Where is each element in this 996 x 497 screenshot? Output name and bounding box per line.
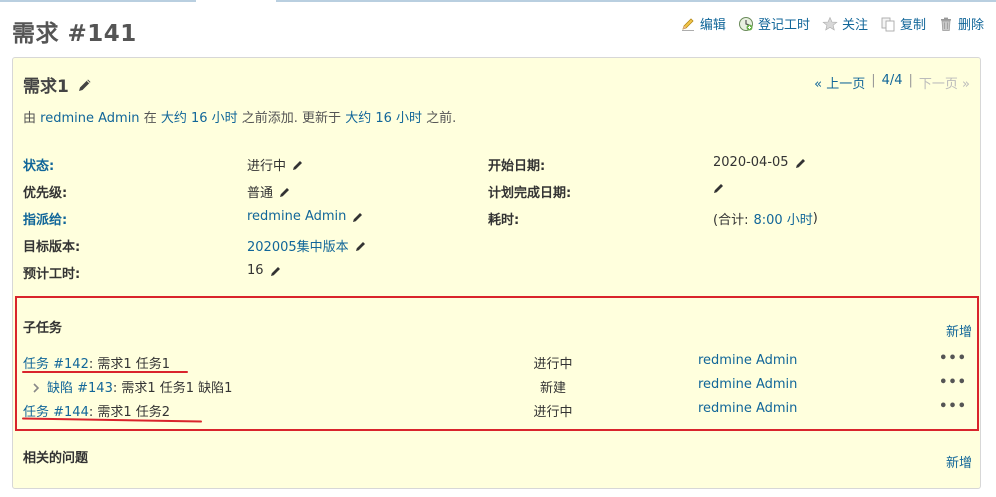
assignee-link[interactable]: redmine Admin bbox=[247, 209, 346, 224]
status-label: 状态: bbox=[23, 159, 55, 174]
edit-due-date-pencil-icon[interactable] bbox=[713, 182, 725, 194]
added-time-link[interactable]: 大约 16 小时 bbox=[161, 111, 238, 126]
issue-details-box: 需求1 « 上一页 | 4/4 | 下一页 » 由 redmine Admin … bbox=[12, 57, 981, 489]
page-title: 需求 #141 bbox=[12, 21, 137, 47]
subtask-row: 任务 #144: 需求1 任务2 进行中 redmine Admin ••• bbox=[23, 398, 971, 420]
status-text: 进行中 bbox=[247, 159, 287, 174]
subtasks-title: 子任务 bbox=[23, 321, 63, 336]
edit-start-date-pencil-icon[interactable] bbox=[795, 157, 807, 169]
issue-subject-text: 需求1 bbox=[23, 77, 69, 97]
spent-time-link[interactable]: 8:00 小时 bbox=[753, 209, 812, 228]
add-relation-link[interactable]: 新增 bbox=[946, 452, 972, 471]
added-suffix: 之前添加. 更新于 bbox=[241, 111, 342, 126]
edit-button[interactable]: 编辑 bbox=[680, 14, 726, 33]
estimated-time-value: 16 bbox=[247, 263, 282, 278]
author-prefix: 由 bbox=[23, 111, 37, 126]
delete-label: 删除 bbox=[957, 18, 984, 33]
log-time-label: 登记工时 bbox=[757, 18, 810, 33]
issue-subject: 需求1 bbox=[23, 72, 93, 97]
copy-button[interactable]: 复制 bbox=[880, 14, 926, 33]
spent-suffix: ) bbox=[812, 211, 818, 226]
estimated-time-label: 预计工时: bbox=[23, 267, 81, 282]
subtask-assignee-link[interactable]: redmine Admin bbox=[698, 353, 797, 368]
updated-suffix: 之前. bbox=[426, 111, 457, 126]
start-date-text: 2020-04-05 bbox=[713, 155, 789, 170]
edit-label: 编辑 bbox=[699, 18, 726, 33]
subtask-status: 进行中 bbox=[533, 357, 573, 372]
annotation-underline bbox=[22, 371, 188, 373]
issue-position[interactable]: 4/4 bbox=[882, 73, 903, 92]
edit-status-pencil-icon[interactable] bbox=[292, 159, 304, 171]
estimated-time-text: 16 bbox=[247, 263, 264, 278]
edit-assignee-pencil-icon[interactable] bbox=[352, 211, 364, 223]
subtask-subject: 任务 #142: 需求1 任务1 bbox=[23, 353, 170, 372]
watch-button[interactable]: 关注 bbox=[822, 14, 868, 33]
copy-label: 复制 bbox=[899, 18, 926, 33]
target-version-label: 目标版本: bbox=[23, 240, 81, 255]
start-date-value: 2020-04-05 bbox=[713, 155, 807, 170]
start-date-label: 开始日期: bbox=[488, 159, 546, 174]
trash-icon bbox=[940, 17, 951, 31]
assignee-value: redmine Admin bbox=[247, 209, 364, 224]
subtask-row: 任务 #142: 需求1 任务1 进行中 redmine Admin ••• bbox=[23, 350, 971, 372]
target-version-link[interactable]: 202005集中版本 bbox=[247, 236, 349, 255]
due-date-value bbox=[713, 182, 725, 194]
subtask-assignee-link[interactable]: redmine Admin bbox=[698, 401, 797, 416]
next-page-link: 下一页 » bbox=[918, 77, 970, 92]
pencil-icon bbox=[681, 17, 694, 31]
subtask-link[interactable]: 任务 #142 bbox=[23, 357, 89, 372]
chevron-right-icon[interactable] bbox=[31, 383, 41, 393]
subtask-link[interactable]: 缺陷 #143 bbox=[47, 381, 113, 396]
subtask-subject-text: : 需求1 任务2 bbox=[88, 405, 171, 420]
author-link[interactable]: redmine Admin bbox=[40, 111, 139, 126]
spent-time-value: (合计: 8:00 小时 ) bbox=[713, 209, 818, 228]
subtask-subject: 缺陷 #143: 需求1 任务1 缺陷1 bbox=[31, 377, 232, 396]
priority-text: 普通 bbox=[247, 186, 274, 201]
subtask-actions-menu[interactable]: ••• bbox=[939, 351, 967, 366]
issue-actions: 编辑 登记工时 关注 复制 删除 bbox=[680, 14, 984, 33]
top-border bbox=[0, 0, 996, 2]
subtask-subject-text: : 需求1 任务1 缺陷1 bbox=[112, 381, 233, 396]
status-value: 进行中 bbox=[247, 155, 304, 174]
target-version-value: 202005集中版本 bbox=[247, 236, 367, 255]
subtask-subject-text: : 需求1 任务1 bbox=[88, 357, 171, 372]
tab-gap bbox=[196, 0, 276, 2]
updated-time-link[interactable]: 大约 16 小时 bbox=[345, 111, 422, 126]
star-icon bbox=[822, 16, 838, 31]
subtask-status: 进行中 bbox=[533, 405, 573, 420]
copy-icon bbox=[881, 17, 895, 31]
edit-version-pencil-icon[interactable] bbox=[355, 240, 367, 252]
edit-estimated-pencil-icon[interactable] bbox=[270, 265, 282, 277]
delete-button[interactable]: 删除 bbox=[938, 14, 984, 33]
previous-page-link[interactable]: « 上一页 bbox=[814, 73, 865, 92]
edit-subject-pencil-icon[interactable] bbox=[77, 77, 93, 93]
issue-pagination: « 上一页 | 4/4 | 下一页 » bbox=[814, 73, 970, 92]
assignee-label: 指派给: bbox=[23, 213, 68, 228]
edit-priority-pencil-icon[interactable] bbox=[279, 186, 291, 198]
priority-value: 普通 bbox=[247, 182, 291, 201]
subtask-actions-menu[interactable]: ••• bbox=[939, 399, 967, 414]
nav-separator: | bbox=[871, 73, 876, 88]
related-issues-title: 相关的问题 bbox=[23, 451, 89, 466]
nav-separator: | bbox=[908, 73, 913, 88]
author-line: 由 redmine Admin 在 大约 16 小时 之前添加. 更新于 大约 … bbox=[23, 107, 456, 126]
due-date-label: 计划完成日期: bbox=[488, 186, 572, 201]
author-in: 在 bbox=[143, 111, 157, 126]
spent-prefix: (合计: bbox=[713, 213, 749, 228]
priority-label: 优先级: bbox=[23, 186, 68, 201]
spent-time-label: 耗时: bbox=[488, 213, 520, 228]
subtask-row: 缺陷 #143: 需求1 任务1 缺陷1 新建 redmine Admin ••… bbox=[23, 374, 971, 396]
subtask-assignee-link[interactable]: redmine Admin bbox=[698, 377, 797, 392]
log-time-button[interactable]: 登记工时 bbox=[738, 14, 810, 33]
clock-icon bbox=[738, 16, 753, 31]
watch-label: 关注 bbox=[841, 18, 868, 33]
subtask-status: 新建 bbox=[539, 381, 566, 396]
subtask-actions-menu[interactable]: ••• bbox=[939, 375, 967, 390]
add-subtask-link[interactable]: 新增 bbox=[946, 321, 972, 340]
